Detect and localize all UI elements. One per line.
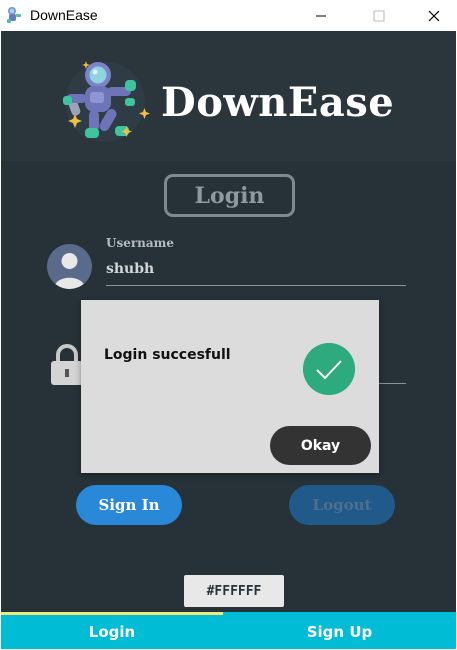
astronaut-logo	[63, 61, 150, 142]
login-heading: Login	[164, 174, 295, 217]
login-success-dialog: Login succesfull Okay	[81, 300, 379, 473]
username-label: Username	[106, 236, 175, 250]
maximize-button[interactable]	[356, 0, 402, 31]
username-underline	[106, 285, 406, 286]
app-icon	[7, 7, 21, 23]
header: DownEase	[1, 31, 456, 161]
tab-login[interactable]: Login	[1, 615, 223, 649]
dialog-message: Login succesfull	[104, 347, 231, 363]
check-circle-icon	[303, 343, 355, 395]
maximize-icon	[373, 10, 385, 21]
color-code-chip: #FFFFFF	[184, 575, 284, 607]
username-field[interactable]: shubh	[106, 261, 154, 277]
title-bar: DownEase	[0, 0, 457, 31]
tab-sign-up[interactable]: Sign Up	[223, 615, 456, 649]
sign-in-button[interactable]: Sign In	[76, 485, 182, 525]
user-avatar-icon	[47, 244, 92, 289]
brand-title: DownEase	[161, 79, 395, 126]
minimize-button[interactable]	[298, 0, 344, 31]
okay-button[interactable]: Okay	[270, 426, 371, 465]
logout-button[interactable]: Logout	[289, 485, 395, 525]
close-button[interactable]	[411, 0, 457, 31]
minimize-icon	[316, 15, 326, 16]
window-title: DownEase	[30, 7, 98, 23]
lock-icon	[51, 344, 83, 385]
close-icon	[428, 10, 440, 21]
tab-bar: Login Sign Up	[1, 612, 456, 649]
